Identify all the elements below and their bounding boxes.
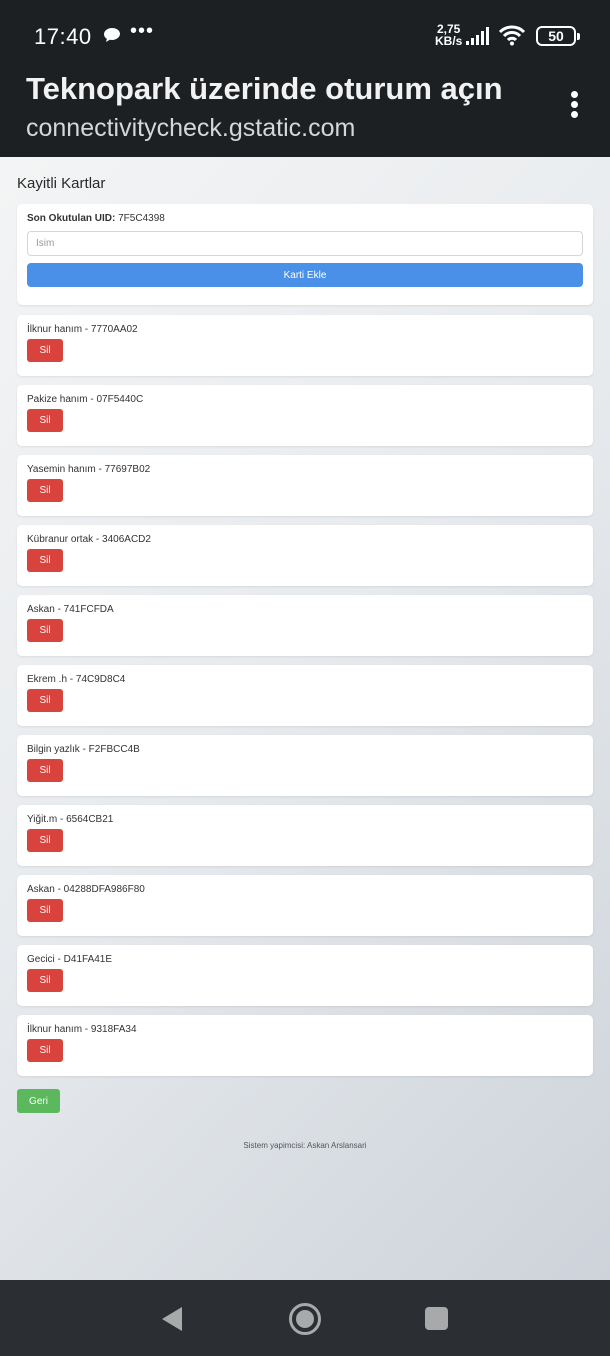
last-uid: Son Okutulan UID: 7F5C4398 — [27, 213, 165, 224]
card-label: Bilgin yazlık - F2FBCC4B — [27, 744, 140, 755]
signal-icon — [466, 27, 489, 45]
back-button[interactable]: Geri — [17, 1089, 60, 1113]
footer-credit: Sistem yapimcisi: Askan Arslansari — [243, 1141, 367, 1150]
vertical-dots-icon[interactable] — [566, 91, 582, 121]
add-card-button[interactable]: Karti Ekle — [27, 263, 583, 287]
card-label: İlknur hanım - 9318FA34 — [27, 1024, 137, 1035]
card-label: Ekrem .h - 74C9D8C4 — [27, 674, 126, 685]
list-item: Kübranur ortak - 3406ACD2 Sil — [17, 525, 593, 586]
add-card-form: Son Okutulan UID: 7F5C4398 Karti Ekle — [17, 204, 593, 305]
recent-apps-icon[interactable] — [425, 1307, 448, 1330]
wifi-icon — [498, 25, 526, 46]
delete-button[interactable]: Sil — [27, 479, 63, 502]
delete-button[interactable]: Sil — [27, 409, 63, 432]
delete-button[interactable]: Sil — [27, 759, 63, 782]
section-title: Kayitli Kartlar — [17, 175, 106, 192]
card-label: Yiğit.m - 6564CB21 — [27, 814, 114, 825]
speed-unit: KB/s — [435, 34, 463, 48]
app-bar: Teknopark üzerinde oturum açın connectiv… — [0, 66, 610, 157]
battery-icon: 50 — [536, 26, 580, 46]
card-label: İlknur hanım - 7770AA02 — [27, 324, 138, 335]
card-label: Kübranur ortak - 3406ACD2 — [27, 534, 151, 545]
back-triangle-icon[interactable] — [161, 1306, 183, 1332]
list-item: Yasemin hanım - 77697B02 Sil — [17, 455, 593, 516]
delete-button[interactable]: Sil — [27, 1039, 63, 1062]
delete-button[interactable]: Sil — [27, 969, 63, 992]
main-content: Kayitli Kartlar Son Okutulan UID: 7F5C43… — [0, 157, 610, 1280]
uid-label: Son Okutulan UID: — [27, 213, 116, 224]
list-item: İlknur hanım - 9318FA34 Sil — [17, 1015, 593, 1076]
list-item: Gecici - D41FA41E Sil — [17, 945, 593, 1006]
list-item: Askan - 741FCFDA Sil — [17, 595, 593, 656]
page-title: Teknopark üzerinde oturum açın — [26, 71, 503, 106]
list-item: Askan - 04288DFA986F80 Sil — [17, 875, 593, 936]
chat-bubble-icon — [104, 28, 120, 42]
delete-button[interactable]: Sil — [27, 689, 63, 712]
card-list: İlknur hanım - 7770AA02 Sil Pakize hanım… — [17, 315, 593, 1085]
uid-value: 7F5C4398 — [118, 213, 165, 224]
card-label: Askan - 741FCFDA — [27, 604, 114, 615]
delete-button[interactable]: Sil — [27, 549, 63, 572]
page-url: connectivitycheck.gstatic.com — [26, 114, 356, 142]
network-speed: 2,75 KB/s — [435, 23, 462, 47]
list-item: Ekrem .h - 74C9D8C4 Sil — [17, 665, 593, 726]
card-label: Askan - 04288DFA986F80 — [27, 884, 145, 895]
delete-button[interactable]: Sil — [27, 829, 63, 852]
delete-button[interactable]: Sil — [27, 619, 63, 642]
card-label: Pakize hanım - 07F5440C — [27, 394, 144, 405]
home-circle-icon[interactable] — [288, 1302, 322, 1336]
card-label: Gecici - D41FA41E — [27, 954, 113, 965]
list-item: Pakize hanım - 07F5440C Sil — [17, 385, 593, 446]
clock: 17:40 — [34, 24, 92, 49]
system-nav-bar — [0, 1280, 610, 1356]
list-item: Yiğit.m - 6564CB21 Sil — [17, 805, 593, 866]
delete-button[interactable]: Sil — [27, 899, 63, 922]
card-label: Yasemin hanım - 77697B02 — [27, 464, 151, 475]
more-notifications-icon: ••• — [130, 20, 155, 42]
status-bar: 17:40 ••• 2,75 KB/s 50 — [0, 0, 610, 66]
list-item: Bilgin yazlık - F2FBCC4B Sil — [17, 735, 593, 796]
delete-button[interactable]: Sil — [27, 339, 63, 362]
list-item: İlknur hanım - 7770AA02 Sil — [17, 315, 593, 376]
name-input[interactable] — [27, 231, 583, 256]
